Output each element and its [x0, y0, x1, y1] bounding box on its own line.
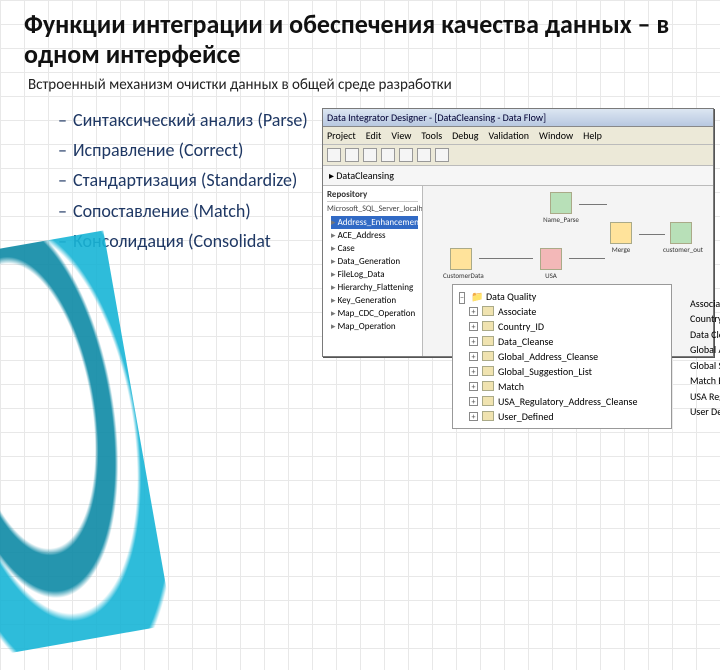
desc-line: USA Regulatory Address Cleanse Base — [690, 389, 720, 405]
desc-line: Match Base Transform — [690, 373, 720, 389]
data-quality-tree: − 📁 Data Quality +Associate +Country_ID … — [452, 284, 672, 429]
list-item: Сопоставление (Match) — [58, 199, 308, 223]
tree-item[interactable]: ACE_Address — [331, 229, 418, 242]
content-area: Синтаксический анализ (Parse) Исправлени… — [0, 102, 720, 357]
expand-icon[interactable]: + — [469, 397, 478, 406]
flow-node: Name_Parse — [543, 192, 579, 224]
node-icon — [610, 222, 632, 244]
expand-icon[interactable]: + — [469, 382, 478, 391]
transform-descriptions: Associate Base Transform Country ID Base… — [690, 296, 720, 420]
tree-item[interactable]: Hierarchy_Flattening — [331, 281, 418, 294]
tree-item[interactable]: +Country_ID — [469, 319, 665, 334]
tree-item[interactable]: +Global_Address_Cleanse — [469, 349, 665, 364]
desc-line: Associate Base Transform — [690, 296, 720, 312]
tree-item[interactable]: Map_CDC_Operation — [331, 307, 418, 320]
transform-icon — [482, 351, 494, 361]
toolbar-button[interactable] — [345, 148, 359, 162]
toolbar — [323, 145, 713, 166]
page-title: Функции интеграции и обеспечения качеств… — [0, 0, 720, 72]
list-item: Стандартизация (Standardize) — [58, 168, 308, 192]
tree-item[interactable]: +USA_Regulatory_Address_Cleanse — [469, 394, 665, 409]
repo-connection: Microsoft_SQL_Server_localhost_direpo30 — [327, 204, 418, 214]
menu-item[interactable]: Help — [583, 129, 602, 142]
desc-line: Global Address Cleanse Base Transform — [690, 342, 720, 358]
list-item: Синтаксический анализ (Parse) — [58, 108, 308, 132]
expand-icon[interactable]: + — [469, 337, 478, 346]
desc-line: Data Cleanse Base Transform — [690, 327, 720, 343]
screenshot-panel: Data Integrator Designer - [DataCleansin… — [322, 108, 720, 357]
desc-line: Country ID Base Transform — [690, 311, 720, 327]
tree-item[interactable]: Data_Generation — [331, 255, 418, 268]
transform-icon — [482, 381, 494, 391]
transform-icon — [482, 336, 494, 346]
tree-item[interactable]: Address_Enhancement — [331, 216, 418, 229]
transform-icon — [482, 396, 494, 406]
toolbar-button[interactable] — [399, 148, 413, 162]
expand-icon[interactable]: + — [469, 412, 478, 421]
expand-icon[interactable]: + — [469, 322, 478, 331]
page-subtitle: Встроенный механизм очистки данных в общ… — [0, 72, 720, 102]
collapse-icon[interactable]: − — [459, 292, 465, 304]
transform-icon — [482, 366, 494, 376]
menu-item[interactable]: Validation — [489, 129, 530, 142]
window-titlebar: Data Integrator Designer - [DataCleansin… — [323, 109, 713, 127]
menu-item[interactable]: Debug — [452, 129, 478, 142]
tree-item[interactable]: +Match — [469, 379, 665, 394]
feature-list: Синтаксический анализ (Parse) Исправлени… — [58, 108, 308, 357]
tree-item[interactable]: Key_Generation — [331, 294, 418, 307]
tree-item[interactable]: +User_Defined — [469, 409, 665, 424]
menu-item[interactable]: View — [391, 129, 411, 142]
flow-node: CustomerData — [443, 248, 479, 280]
repository-tree: Repository Microsoft_SQL_Server_localhos… — [323, 186, 423, 356]
tree-item[interactable]: Map_Operation — [331, 320, 418, 333]
flow-node: customer_out — [663, 222, 699, 254]
desc-line: User Defined Base Transform — [690, 404, 720, 420]
menu-item[interactable]: Edit — [366, 129, 382, 142]
expand-icon[interactable]: + — [469, 352, 478, 361]
transform-icon — [482, 321, 494, 331]
node-icon — [540, 248, 562, 270]
menubar: Project Edit View Tools Debug Validation… — [323, 127, 713, 145]
list-item: Консолидация (Consolidat — [58, 229, 308, 253]
list-item: Исправление (Correct) — [58, 138, 308, 162]
db-icon — [550, 192, 572, 214]
toolbar-button[interactable] — [381, 148, 395, 162]
tree-item[interactable]: +Associate — [469, 304, 665, 319]
transform-icon — [482, 306, 494, 316]
tree-item[interactable]: +Global_Suggestion_List — [469, 364, 665, 379]
flow-node: USA — [533, 248, 569, 280]
menu-item[interactable]: Tools — [421, 129, 442, 142]
expand-icon[interactable]: + — [469, 307, 478, 316]
toolbar-button[interactable] — [435, 148, 449, 162]
db-icon — [670, 222, 692, 244]
node-icon — [450, 248, 472, 270]
transform-icon — [482, 411, 494, 421]
toolbar-button[interactable] — [363, 148, 377, 162]
menu-item[interactable]: Window — [539, 129, 573, 142]
tree-item[interactable]: Case — [331, 242, 418, 255]
toolbar-button[interactable] — [417, 148, 431, 162]
tree-root[interactable]: − 📁 Data Quality — [459, 289, 665, 304]
menu-item[interactable]: Project — [327, 129, 356, 142]
tab-label[interactable]: DataCleansing — [336, 169, 394, 182]
repo-header: Repository — [327, 189, 418, 202]
tree-item[interactable]: +Data_Cleanse — [469, 334, 665, 349]
flow-node: Merge — [603, 222, 639, 254]
tree-item[interactable]: FileLog_Data — [331, 268, 418, 281]
toolbar-button[interactable] — [327, 148, 341, 162]
expand-icon[interactable]: + — [469, 367, 478, 376]
desc-line: Global Suggestion List Base Transform — [690, 358, 720, 374]
